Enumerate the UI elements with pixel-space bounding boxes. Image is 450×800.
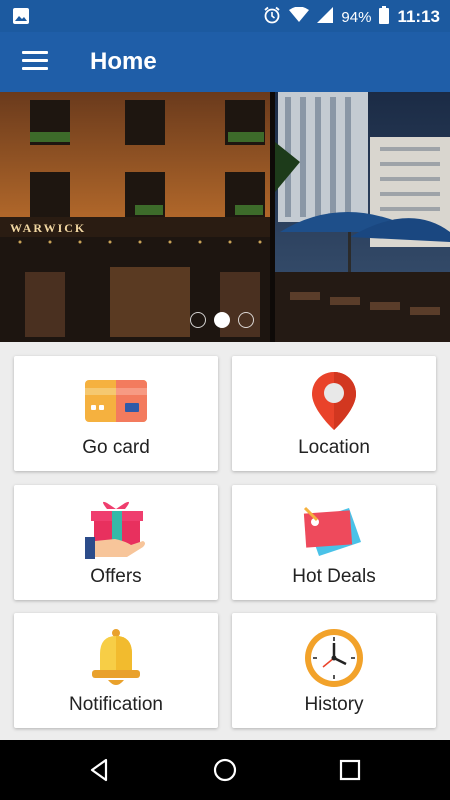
signal-icon bbox=[317, 7, 334, 27]
clock-icon bbox=[232, 623, 436, 693]
credit-card-icon bbox=[14, 366, 218, 436]
clock: 11:13 bbox=[397, 7, 440, 26]
carousel-dot-active[interactable] bbox=[214, 312, 230, 328]
menu-grid: Go card Location Offers Hot Deals Notifi… bbox=[0, 342, 450, 740]
wifi-icon bbox=[289, 6, 310, 27]
hotel-photo: WARWICK bbox=[0, 92, 450, 342]
gift-icon bbox=[14, 495, 218, 565]
banner-carousel[interactable]: WARWICK bbox=[0, 92, 450, 342]
hamburger-menu-icon[interactable] bbox=[22, 51, 48, 73]
home-icon[interactable] bbox=[209, 754, 241, 786]
tile-go-card[interactable]: Go card bbox=[14, 356, 218, 471]
tile-label: Go card bbox=[82, 437, 150, 458]
tile-label: Hot Deals bbox=[292, 566, 376, 587]
recents-icon[interactable] bbox=[334, 754, 366, 786]
tile-notification[interactable]: Notification bbox=[14, 613, 218, 728]
carousel-indicator bbox=[190, 312, 254, 328]
tile-history[interactable]: History bbox=[232, 613, 436, 728]
map-pin-icon bbox=[232, 366, 436, 436]
tile-hot-deals[interactable]: Hot Deals bbox=[232, 485, 436, 600]
tile-label: Notification bbox=[69, 694, 163, 715]
battery-icon bbox=[379, 6, 390, 28]
battery-percent: 94% bbox=[341, 8, 372, 26]
tile-offers[interactable]: Offers bbox=[14, 485, 218, 600]
price-tag-icon bbox=[232, 495, 436, 565]
carousel-dot[interactable] bbox=[190, 312, 206, 328]
carousel-dot[interactable] bbox=[238, 312, 254, 328]
status-bar: 94% 11:13 bbox=[0, 0, 450, 32]
alarm-icon bbox=[263, 6, 281, 28]
banner-sign: WARWICK bbox=[10, 221, 86, 235]
app-bar: Home bbox=[0, 32, 450, 92]
bell-icon bbox=[14, 623, 218, 693]
image-notification-icon bbox=[12, 7, 30, 30]
back-icon[interactable] bbox=[84, 754, 116, 786]
page-title: Home bbox=[90, 48, 157, 75]
tile-label: Offers bbox=[90, 566, 142, 587]
tile-label: History bbox=[304, 694, 364, 715]
system-nav-bar bbox=[0, 740, 450, 800]
tile-location[interactable]: Location bbox=[232, 356, 436, 471]
tile-label: Location bbox=[298, 437, 370, 458]
